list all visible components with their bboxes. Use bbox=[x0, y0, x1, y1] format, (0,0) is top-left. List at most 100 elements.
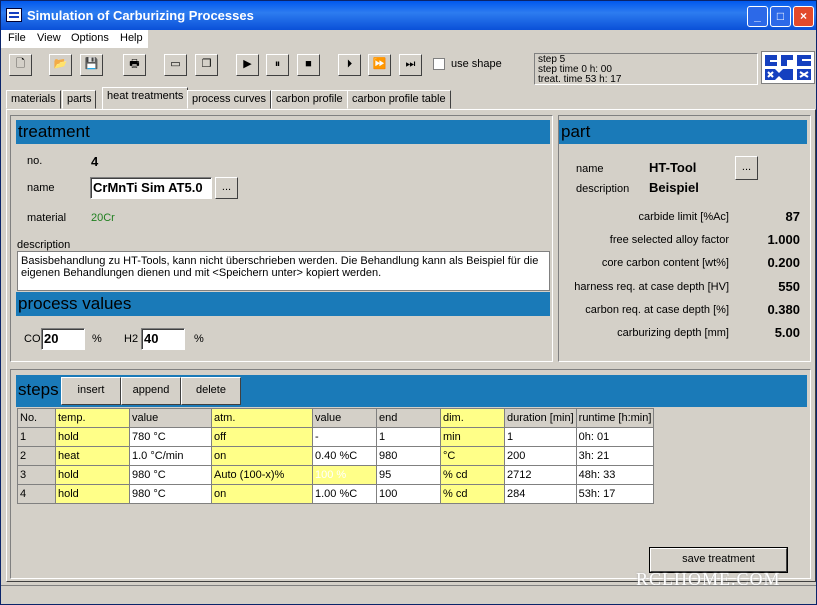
cell-temp[interactable]: hold bbox=[55, 484, 130, 504]
maximize-button[interactable]: □ bbox=[770, 6, 791, 27]
delete-step-button[interactable]: delete bbox=[181, 377, 241, 405]
stop-icon[interactable]: ■ bbox=[297, 54, 320, 76]
param-value-carburizing-depth: 5.00 bbox=[774, 325, 800, 340]
treatment-name-label: name bbox=[27, 182, 55, 194]
cell-end[interactable]: 95 bbox=[376, 465, 441, 485]
save-disk-icon[interactable]: 💾 bbox=[80, 54, 103, 76]
pause-icon[interactable]: ⏸ bbox=[266, 54, 289, 76]
col-header-atm: atm. bbox=[211, 408, 313, 428]
step-forward-icon[interactable]: ⏵ bbox=[338, 54, 361, 76]
status-bar bbox=[1, 585, 816, 605]
cell-atm-value[interactable]: - bbox=[312, 427, 377, 447]
status-treat-time: treat. time 53 h: 17 bbox=[538, 74, 622, 85]
part-description-label: description bbox=[576, 183, 630, 195]
cell-atm[interactable]: on bbox=[211, 446, 313, 466]
sheet-icon[interactable]: ▭ bbox=[164, 54, 187, 76]
insert-step-button[interactable]: insert bbox=[61, 377, 121, 405]
minimize-button[interactable]: _ bbox=[747, 6, 768, 27]
cell-temp-value[interactable]: 1.0 °C/min bbox=[129, 446, 212, 466]
play-icon[interactable]: ▶ bbox=[236, 54, 259, 76]
close-button[interactable]: × bbox=[793, 6, 814, 27]
menu-help[interactable]: Help bbox=[120, 32, 143, 44]
treatment-header: treatment bbox=[16, 120, 550, 144]
table-row[interactable]: 3 hold 980 °C Auto (100-x)% 100 % 95 % c… bbox=[17, 465, 655, 485]
param-value-core-carbon: 0.200 bbox=[767, 255, 800, 270]
param-value-hardness-req: 550 bbox=[778, 279, 800, 294]
param-label-carbon-req: carbon req. at case depth [%] bbox=[585, 304, 729, 316]
cell-duration: 1 bbox=[504, 427, 577, 447]
tab-heat-treatments[interactable]: heat treatments bbox=[102, 87, 189, 109]
part-name-value: HT-Tool bbox=[649, 160, 697, 175]
h2-input[interactable]: 40 bbox=[141, 328, 185, 350]
treatment-no-value: 4 bbox=[91, 154, 99, 169]
table-row[interactable]: 1 hold 780 °C off - 1 min 1 0h: 01 bbox=[17, 427, 655, 447]
table-header-row: No. temp. value atm. value end dim. dura… bbox=[17, 408, 655, 428]
cell-atm-value[interactable]: 1.00 %C bbox=[312, 484, 377, 504]
cell-temp-value[interactable]: 780 °C bbox=[129, 427, 212, 447]
window-title: Simulation of Carburizing Processes bbox=[27, 8, 254, 23]
cell-temp-value[interactable]: 980 °C bbox=[129, 465, 212, 485]
menu-view[interactable]: View bbox=[37, 32, 61, 44]
cell-runtime: 0h: 01 bbox=[575, 427, 655, 447]
cell-atm-value[interactable]: 0.40 %C bbox=[312, 446, 377, 466]
param-label-carburizing-depth: carburizing depth [mm] bbox=[617, 327, 729, 339]
param-label-alloy-factor: free selected alloy factor bbox=[609, 234, 729, 246]
co-input[interactable]: 20 bbox=[41, 328, 85, 350]
cell-dim[interactable]: min bbox=[440, 427, 505, 447]
copy-windows-icon[interactable]: ❐ bbox=[195, 54, 218, 76]
col-header-end: end bbox=[376, 408, 441, 428]
col-header-duration: duration [min] bbox=[504, 408, 577, 428]
row-number: 1 bbox=[17, 427, 56, 447]
cell-temp[interactable]: hold bbox=[55, 427, 130, 447]
description-label: description bbox=[17, 239, 71, 251]
param-label-core-carbon: core carbon content [wt%] bbox=[601, 257, 729, 269]
cell-end[interactable]: 980 bbox=[376, 446, 441, 466]
treatment-no-label: no. bbox=[27, 155, 43, 167]
tab-parts[interactable]: parts bbox=[62, 90, 97, 109]
cell-dim[interactable]: °C bbox=[440, 446, 505, 466]
open-folder-icon[interactable]: 📂 bbox=[49, 54, 72, 76]
main-window: Simulation of Carburizing Processes _ □ … bbox=[0, 0, 817, 605]
append-step-button[interactable]: append bbox=[121, 377, 181, 405]
table-row[interactable]: 2 heat 1.0 °C/min on 0.40 %C 980 °C 200 … bbox=[17, 446, 655, 466]
co-label: CO bbox=[24, 333, 41, 345]
cell-atm[interactable]: on bbox=[211, 484, 313, 504]
cell-temp-value[interactable]: 980 °C bbox=[129, 484, 212, 504]
part-browse-button[interactable]: ... bbox=[735, 156, 758, 180]
title-bar: Simulation of Carburizing Processes _ □ … bbox=[1, 1, 816, 30]
part-description-value: Beispiel bbox=[649, 180, 699, 195]
treatment-name-input[interactable]: CrMnTi Sim AT5.0 bbox=[90, 177, 212, 199]
menu-file[interactable]: File bbox=[8, 32, 26, 44]
row-number: 3 bbox=[17, 465, 56, 485]
row-number: 2 bbox=[17, 446, 56, 466]
menu-options[interactable]: Options bbox=[71, 32, 109, 44]
cell-end[interactable]: 1 bbox=[376, 427, 441, 447]
tab-carbon-profile-table[interactable]: carbon profile table bbox=[347, 90, 451, 109]
cell-atm[interactable]: Auto (100-x)% bbox=[211, 465, 313, 485]
fast-forward-icon[interactable]: ⏩ bbox=[368, 54, 391, 76]
tab-content: treatment no. 4 name CrMnTi Sim AT5.0 ..… bbox=[6, 109, 816, 582]
skip-end-icon[interactable]: ⏭ bbox=[399, 54, 422, 76]
treatment-material-value: 20Cr bbox=[91, 212, 115, 224]
tab-materials[interactable]: materials bbox=[6, 90, 61, 109]
cell-runtime: 53h: 17 bbox=[575, 484, 655, 504]
app-icon bbox=[6, 8, 22, 22]
tab-process-curves[interactable]: process curves bbox=[187, 90, 271, 109]
description-textarea[interactable]: Basisbehandlung zu HT-Tools, kann nicht … bbox=[17, 251, 550, 291]
h2-label: H2 bbox=[124, 333, 139, 345]
param-label-carbide-limit: carbide limit [%Ac] bbox=[638, 211, 729, 223]
steps-table: No. temp. value atm. value end dim. dura… bbox=[17, 408, 655, 504]
print-icon[interactable]: 🖶 bbox=[123, 54, 146, 76]
cell-atm[interactable]: off bbox=[211, 427, 313, 447]
cell-dim[interactable]: % cd bbox=[440, 484, 505, 504]
tab-carbon-profile[interactable]: carbon profile bbox=[271, 90, 348, 109]
treatment-browse-button[interactable]: ... bbox=[215, 177, 238, 199]
process-values-header: process values bbox=[16, 292, 550, 316]
cell-end[interactable]: 100 bbox=[376, 484, 441, 504]
use-shape-checkbox[interactable] bbox=[433, 58, 445, 70]
table-row[interactable]: 4 hold 980 °C on 1.00 %C 100 % cd 284 53… bbox=[17, 484, 655, 504]
new-file-icon[interactable]: 🗋 bbox=[9, 54, 32, 76]
cell-dim[interactable]: % cd bbox=[440, 465, 505, 485]
cell-temp[interactable]: hold bbox=[55, 465, 130, 485]
cell-temp[interactable]: heat bbox=[55, 446, 130, 466]
